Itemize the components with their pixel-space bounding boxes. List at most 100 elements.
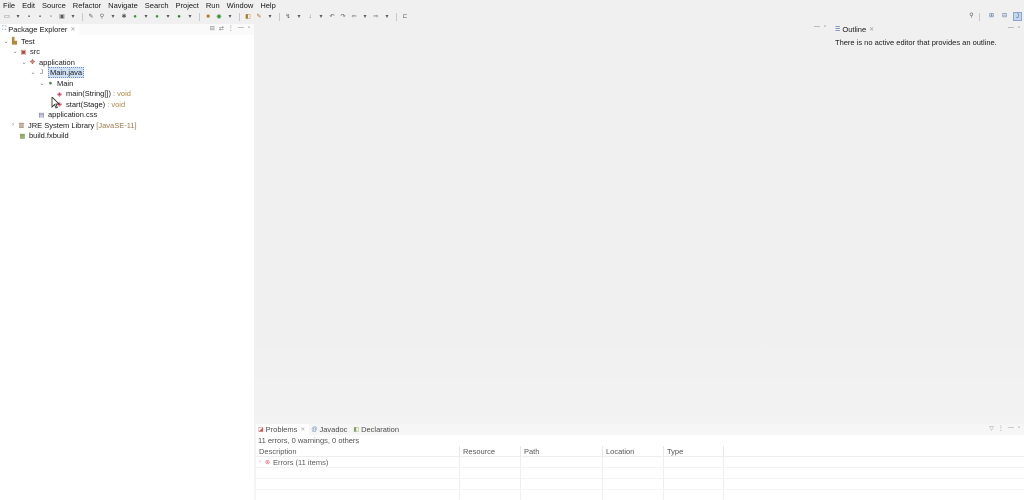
forward-icon[interactable]: ↷ [338, 13, 348, 22]
filter-icon[interactable]: ▽ [989, 425, 994, 432]
chevron-down-icon[interactable]: ⌄ [38, 80, 46, 87]
skip-breakpoints-icon[interactable]: ✎ [86, 13, 96, 22]
tree-item-fxbuild[interactable]: ▦ build.fxbuild [0, 131, 254, 142]
menu-window[interactable]: Window [227, 1, 254, 10]
terminal-icon[interactable]: ▣ [57, 13, 67, 22]
run-icon[interactable]: ● [130, 13, 140, 22]
dropdown-icon[interactable]: ▾ [225, 13, 235, 22]
tab-package-explorer[interactable]: ⛶ Package Explorer ✕ [0, 24, 80, 35]
dropdown-icon[interactable]: ▾ [108, 13, 118, 22]
menu-edit[interactable]: Edit [22, 1, 35, 10]
column-header-location[interactable]: Location [603, 446, 664, 456]
debug-icon[interactable]: ✱ [119, 13, 129, 22]
view-menu-icon[interactable]: ⋮ [228, 25, 234, 32]
minimize-icon[interactable]: — [1008, 425, 1014, 432]
view-menu-icon[interactable]: ⋮ [998, 425, 1004, 432]
column-header-description[interactable]: Description ^ [256, 442, 460, 456]
tree-item-main-java[interactable]: ⌄ J Main.java [0, 67, 254, 79]
menu-help[interactable]: Help [260, 1, 275, 10]
dropdown-icon[interactable]: ▾ [382, 13, 392, 22]
chevron-down-icon[interactable]: ⌄ [2, 38, 10, 45]
search-icon[interactable]: ⚲ [967, 12, 976, 21]
dropdown-icon[interactable]: ▾ [163, 13, 173, 22]
chevron-down-icon[interactable]: ⌄ [11, 48, 19, 55]
back-icon[interactable]: ↶ [327, 13, 337, 22]
tree-item-label: application.css [48, 110, 98, 120]
column-header-resource[interactable]: Resource [460, 446, 521, 456]
tree-item-class-main[interactable]: ⌄ ● Main [0, 78, 254, 89]
dropdown-icon[interactable]: ▾ [185, 13, 195, 22]
tab-declaration[interactable]: ◧ Declaration [351, 424, 403, 435]
menu-navigate[interactable]: Navigate [108, 1, 138, 10]
close-icon[interactable]: ✕ [70, 26, 75, 33]
new-java-project-icon[interactable]: ■ [203, 13, 213, 22]
java-perspective-icon[interactable]: J [1013, 12, 1022, 21]
open-perspective-icon[interactable]: ⊞ [987, 12, 996, 21]
table-row[interactable]: › ⊗ Errors (11 items) [256, 457, 1024, 468]
menu-project[interactable]: Project [176, 1, 199, 10]
new-package-icon[interactable]: ◉ [214, 13, 224, 22]
annotation-icon[interactable]: ↯ [283, 13, 293, 22]
tree-item-method-main[interactable]: ◈ main(String[]) : void [0, 89, 254, 100]
external-tools-icon[interactable]: ● [174, 13, 184, 22]
menu-refactor[interactable]: Refactor [73, 1, 101, 10]
tab-javadoc[interactable]: @ Javadoc [309, 424, 351, 435]
maximize-icon[interactable]: ▫ [1018, 25, 1020, 31]
tab-label: Outline [842, 25, 867, 34]
open-type-icon[interactable]: ◧ [243, 13, 253, 22]
maximize-icon[interactable]: ▫ [248, 25, 250, 32]
back-nav-icon[interactable]: ⇦ [349, 13, 359, 22]
tab-problems[interactable]: ◪ Problems ✕ [256, 424, 310, 435]
column-header-type[interactable]: Type [664, 446, 724, 456]
tree-item-jre[interactable]: › ▥ JRE System Library [JavaSE-11] [0, 120, 254, 131]
menu-run[interactable]: Run [206, 1, 220, 10]
dropdown-icon[interactable]: ▾ [360, 13, 370, 22]
menu-file[interactable]: File [3, 1, 15, 10]
close-icon[interactable]: ✕ [300, 426, 305, 433]
save-icon[interactable]: ▪ [24, 13, 34, 22]
problems-summary: 11 errors, 0 warnings, 0 others [256, 435, 1024, 445]
print-icon[interactable]: ▫ [46, 13, 56, 22]
coverage-icon[interactable]: ● [152, 13, 162, 22]
package-explorer-view: ⛶ Package Explorer ✕ ⊟ ⇄ ⋮ — ▫ ⌄ ▙ Test … [0, 24, 254, 500]
empty-cell [664, 479, 724, 489]
chevron-right-icon[interactable]: › [259, 459, 261, 465]
tree-item-package[interactable]: ⌄ ✥ application [0, 57, 254, 68]
dropdown-icon[interactable]: ▾ [265, 13, 275, 22]
chevron-down-icon[interactable]: ⌄ [29, 69, 37, 76]
menu-source[interactable]: Source [42, 1, 66, 10]
tree-item-css[interactable]: ▤ application.css [0, 110, 254, 121]
next-annotation-icon[interactable]: ↓ [305, 13, 315, 22]
tree-item-src[interactable]: ⌄ ▣ src [0, 47, 254, 58]
menu-search[interactable]: Search [145, 1, 169, 10]
dropdown-icon[interactable]: ▾ [68, 13, 78, 22]
forward-nav-icon[interactable]: ⇨ [371, 13, 381, 22]
search-icon[interactable]: ✎ [254, 13, 264, 22]
minimize-icon[interactable]: — [238, 25, 244, 32]
column-header-path[interactable]: Path [521, 446, 603, 456]
dropdown-icon[interactable]: ▾ [13, 13, 23, 22]
close-icon[interactable]: ✕ [869, 26, 874, 33]
maximize-icon[interactable]: ▫ [824, 24, 826, 30]
tab-outline[interactable]: ☰ Outline ✕ [832, 24, 878, 35]
minimize-icon[interactable]: — [1008, 25, 1014, 31]
pin-icon[interactable]: ⊏ [400, 13, 410, 22]
chevron-right-icon[interactable]: › [9, 122, 17, 128]
link-editor-icon[interactable]: ⇄ [219, 25, 224, 32]
maximize-icon[interactable]: ▫ [1018, 425, 1020, 432]
dropdown-icon[interactable]: ▾ [294, 13, 304, 22]
link-icon[interactable]: ⚲ [97, 13, 107, 22]
tree-item-project[interactable]: ⌄ ▙ Test [0, 36, 254, 47]
minimize-icon[interactable]: — [814, 24, 820, 30]
dropdown-icon[interactable]: ▾ [316, 13, 326, 22]
dropdown-icon[interactable]: ▾ [141, 13, 151, 22]
column-label: Resource [463, 446, 496, 456]
chevron-down-icon[interactable]: ⌄ [20, 59, 28, 66]
resource-perspective-icon[interactable]: ⊟ [1000, 12, 1009, 21]
cell-type [664, 457, 724, 467]
save-all-icon[interactable]: ▪ [35, 13, 45, 22]
collapse-all-icon[interactable]: ⊟ [210, 25, 215, 32]
table-header: Description ^ Resource Path Location Typ… [256, 442, 1024, 457]
tree-item-method-start[interactable]: ◈ start(Stage) : void [0, 99, 254, 110]
new-icon[interactable]: ▭ [2, 13, 12, 22]
